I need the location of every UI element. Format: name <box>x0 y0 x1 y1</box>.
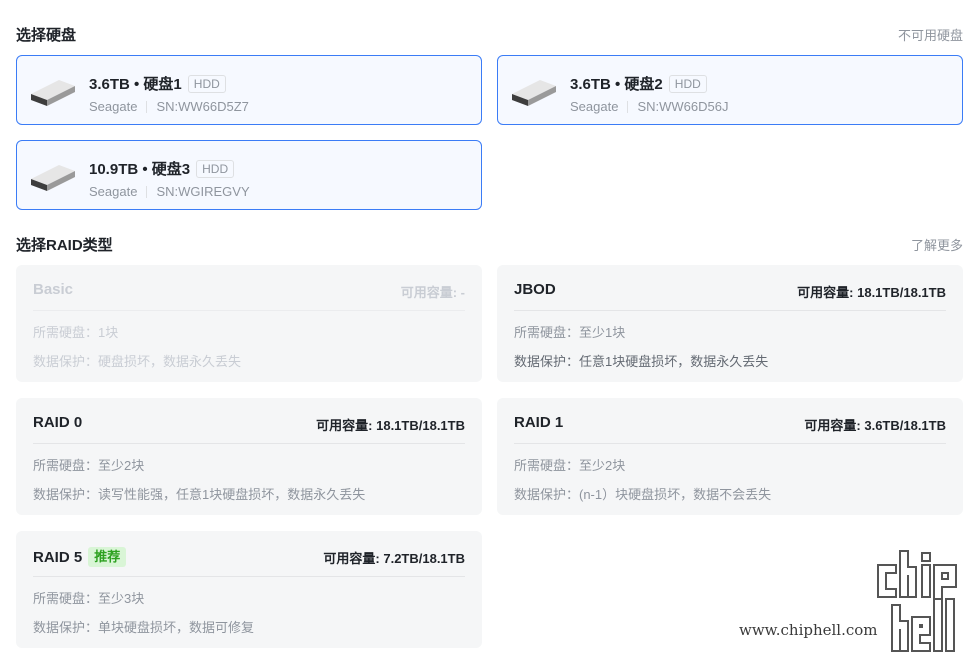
divider <box>514 310 946 311</box>
raid-required-disks: 所需硬盘：至少1块 <box>514 325 626 340</box>
raid-required-disks: 所需硬盘：至少3块 <box>33 591 145 606</box>
disk-card-1[interactable]: 3.6TB • 硬盘1 HDD Seagate SN:WW66D5Z7 <box>16 55 482 125</box>
raid-required-disks: 所需硬盘：至少2块 <box>514 458 626 473</box>
hdd-badge: HDD <box>196 159 235 178</box>
raid-data-protection: 数据保护：(n-1）块硬盘损坏，数据不会丢失 <box>514 487 772 502</box>
divider <box>33 576 465 577</box>
hdd-badge: HDD <box>187 74 226 93</box>
disk-capacity: 3.6TB • 硬盘1 <box>89 76 182 93</box>
disk-card-3[interactable]: 10.9TB • 硬盘3 HDD Seagate SN:WGIREGVY <box>16 140 482 210</box>
raid-option-raid1[interactable]: RAID 1 可用容量: 3.6TB/18.1TB 所需硬盘：至少2块 数据保护… <box>497 398 963 515</box>
raid-section-title: 选择RAID类型 <box>16 237 113 254</box>
divider <box>33 443 465 444</box>
disk-title: 3.6TB • 硬盘2 HDD <box>570 73 707 94</box>
disk-title: 10.9TB • 硬盘3 HDD <box>89 158 235 179</box>
disk-section-title: 选择硬盘 <box>16 27 77 44</box>
disk-card-2[interactable]: 3.6TB • 硬盘2 HDD Seagate SN:WW66D56J <box>497 55 963 125</box>
raid-name: RAID 5 <box>33 548 83 566</box>
divider <box>146 100 148 113</box>
raid-data-protection: 数据保护：任意1块硬盘损坏，数据永久丢失 <box>514 354 769 369</box>
raid-required-disks: 所需硬盘：1块 <box>33 325 119 340</box>
unavailable-disks-link[interactable]: 不可用硬盘 <box>898 25 963 44</box>
chiphell-logo <box>877 550 957 652</box>
disk-serial: SN:WGIREGVY <box>156 184 250 199</box>
raid-name-row: RAID 5 推荐 <box>33 547 127 567</box>
raid-option-basic[interactable]: Basic 可用容量: - 所需硬盘：1块 数据保护：硬盘损坏，数据永久丢失 <box>16 265 482 382</box>
disk-section-header: 选择硬盘 不可用硬盘 <box>16 24 963 45</box>
disk-details: Seagate SN:WW66D56J <box>570 99 728 114</box>
hdd-badge: HDD <box>668 74 707 93</box>
watermark-text: www.chiphell.com <box>739 621 878 639</box>
raid-capacity: 可用容量: 18.1TB/18.1TB <box>797 285 946 300</box>
disk-title: 3.6TB • 硬盘1 HDD <box>89 73 226 94</box>
disk-capacity: 3.6TB • 硬盘2 <box>570 76 663 93</box>
raid-capacity: 可用容量: 18.1TB/18.1TB <box>316 418 465 433</box>
raid-name: RAID 1 <box>514 414 564 431</box>
disk-capacity: 10.9TB • 硬盘3 <box>89 161 191 178</box>
disk-serial: SN:WW66D56J <box>637 99 729 114</box>
divider <box>33 310 465 311</box>
raid-data-protection: 数据保护：硬盘损坏，数据永久丢失 <box>33 354 242 369</box>
raid-capacity: 可用容量: - <box>400 285 465 300</box>
disk-details: Seagate SN:WW66D5Z7 <box>89 99 249 114</box>
watermark: www.chiphell.com <box>739 547 969 657</box>
raid-name: Basic <box>33 281 74 298</box>
raid-capacity: 可用容量: 3.6TB/18.1TB <box>804 418 946 433</box>
disk-details: Seagate SN:WGIREGVY <box>89 184 250 199</box>
disk-brand: Seagate <box>89 99 138 114</box>
disk-brand: Seagate <box>89 184 138 199</box>
disk-serial: SN:WW66D5Z7 <box>156 99 249 114</box>
divider <box>514 443 946 444</box>
raid-name: JBOD <box>514 281 556 298</box>
disk-brand: Seagate <box>570 99 619 114</box>
raid-option-raid5[interactable]: RAID 5 推荐 可用容量: 7.2TB/18.1TB 所需硬盘：至少3块 数… <box>16 531 482 648</box>
raid-capacity: 可用容量: 7.2TB/18.1TB <box>323 551 465 566</box>
recommended-badge: 推荐 <box>88 547 127 567</box>
raid-data-protection: 数据保护：读写性能强，任意1块硬盘损坏，数据永久丢失 <box>33 487 366 502</box>
raid-option-raid0[interactable]: RAID 0 可用容量: 18.1TB/18.1TB 所需硬盘：至少2块 数据保… <box>16 398 482 515</box>
raid-name: RAID 0 <box>33 414 83 431</box>
divider <box>627 100 629 113</box>
hard-drive-icon <box>31 165 75 191</box>
raid-required-disks: 所需硬盘：至少2块 <box>33 458 145 473</box>
raid-option-jbod[interactable]: JBOD 可用容量: 18.1TB/18.1TB 所需硬盘：至少1块 数据保护：… <box>497 265 963 382</box>
hard-drive-icon <box>31 80 75 106</box>
raid-data-protection: 数据保护：单块硬盘损坏，数据可修复 <box>33 620 255 635</box>
raid-section-header: 选择RAID类型 了解更多 <box>16 234 963 255</box>
hard-drive-icon <box>512 80 556 106</box>
learn-more-link[interactable]: 了解更多 <box>911 235 963 254</box>
divider <box>146 185 148 198</box>
